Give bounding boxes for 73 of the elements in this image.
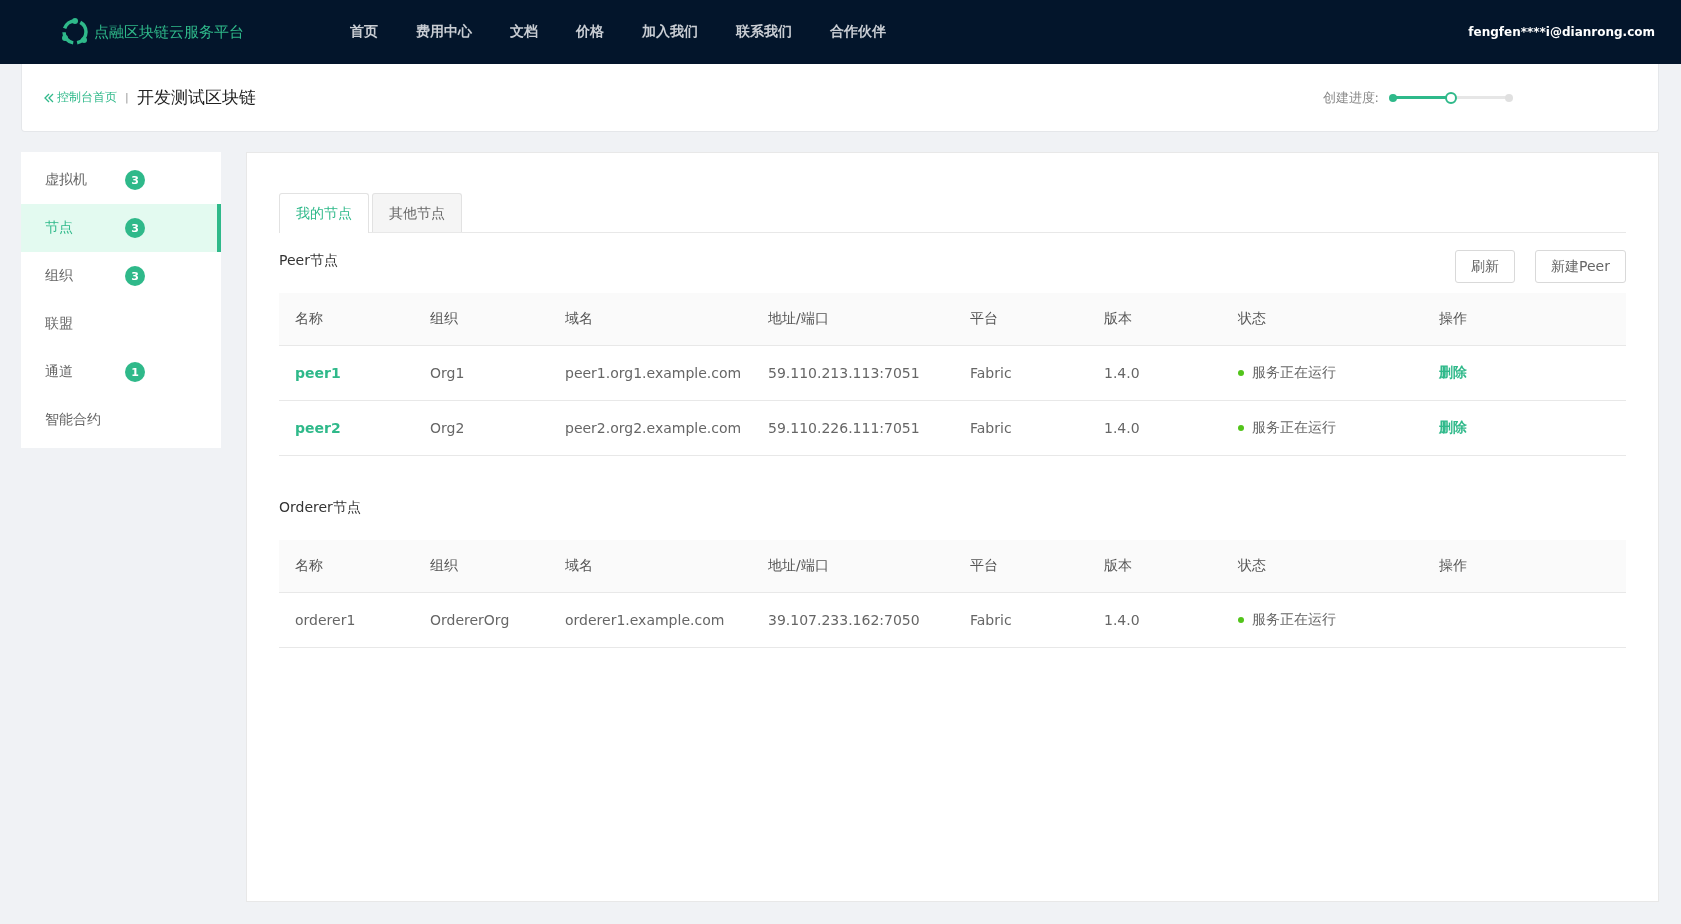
column-header: 域名 <box>565 310 593 328</box>
nav-link[interactable]: 加入我们 <box>642 23 698 41</box>
nav-link[interactable]: 价格 <box>576 23 604 41</box>
action-button[interactable]: 刷新 <box>1455 250 1516 283</box>
progress-step-dot <box>1389 93 1397 102</box>
column-header: 地址/端口 <box>768 310 829 328</box>
table-cell: Fabric <box>970 420 1012 436</box>
column-header: 操作 <box>1439 310 1467 328</box>
sidebar-item[interactable]: 组织 3 <box>21 252 221 300</box>
column-header: 操作 <box>1439 557 1467 575</box>
node-name: orderer1 <box>295 612 356 628</box>
section-title: Peer节点 <box>279 251 338 270</box>
column-header: 域名 <box>565 557 593 575</box>
logo-text[interactable]: 点融区块链云服务平台 <box>94 22 244 42</box>
sidebar-item[interactable]: 智能合约 <box>21 396 221 444</box>
count-badge: 3 <box>125 218 145 238</box>
section-title: Orderer节点 <box>279 498 361 517</box>
table-cell: Org2 <box>430 420 465 436</box>
column-header: 平台 <box>970 310 998 328</box>
table-cell: orderer1.example.com <box>565 612 725 628</box>
table-cell: Org1 <box>430 365 465 381</box>
sidebar-item-label: 通道 <box>45 363 74 381</box>
table-cell: 39.107.233.162:7050 <box>768 612 920 628</box>
table-cell: 1.4.0 <box>1104 420 1140 436</box>
page-title: 开发测试区块链 <box>136 86 256 109</box>
count-badge: 3 <box>125 266 145 286</box>
column-header: 地址/端口 <box>768 557 829 575</box>
tab[interactable]: 其他节点 <box>372 193 462 232</box>
status-text: 服务正在运行 <box>1252 364 1336 382</box>
column-header: 名称 <box>295 310 323 328</box>
double-chevron-icon <box>43 91 55 104</box>
sidebar-item[interactable]: 联盟 <box>21 300 221 348</box>
sidebar-item-label: 联盟 <box>45 315 74 333</box>
nav-link[interactable]: 联系我们 <box>736 23 792 41</box>
table-cell: 1.4.0 <box>1104 365 1140 381</box>
sidebar-item-label: 组织 <box>45 267 74 285</box>
action-button[interactable]: 新建Peer <box>1535 250 1626 283</box>
logo-icon[interactable] <box>60 17 90 47</box>
sidebar-item-label: 节点 <box>45 219 74 237</box>
count-badge: 1 <box>125 362 145 382</box>
table-cell: Fabric <box>970 612 1012 628</box>
status-text: 服务正在运行 <box>1252 419 1336 437</box>
sidebar-item-label: 智能合约 <box>45 411 102 429</box>
column-header: 版本 <box>1104 557 1132 575</box>
table-cell: peer1.org1.example.com <box>565 365 742 381</box>
sidebar-item-label: 虚拟机 <box>45 171 88 189</box>
column-header: 版本 <box>1104 310 1132 328</box>
table-cell: Fabric <box>970 365 1012 381</box>
status-text: 服务正在运行 <box>1252 611 1336 629</box>
breadcrumb-separator: | <box>125 91 129 104</box>
column-header: 组织 <box>430 310 458 328</box>
column-header: 平台 <box>970 557 998 575</box>
table-cell: 1.4.0 <box>1104 612 1140 628</box>
table-cell: OrdererOrg <box>430 612 510 628</box>
sidebar-item[interactable]: 通道 1 <box>21 348 221 396</box>
table-cell: 59.110.213.113:7051 <box>768 365 920 381</box>
column-header: 名称 <box>295 557 323 575</box>
column-header: 状态 <box>1238 310 1266 328</box>
status-dot <box>1238 617 1244 623</box>
column-header: 组织 <box>430 557 458 575</box>
column-header: 状态 <box>1238 557 1266 575</box>
table-cell: peer2.org2.example.com <box>565 420 742 436</box>
count-badge: 3 <box>125 170 145 190</box>
status-dot <box>1238 425 1244 431</box>
nav-link[interactable]: 费用中心 <box>416 23 472 41</box>
table-cell: 59.110.226.111:7051 <box>768 420 920 436</box>
nav-link[interactable]: 文档 <box>510 23 538 41</box>
nav-link[interactable]: 首页 <box>350 23 378 41</box>
progress-label: 创建进度: <box>1322 88 1379 107</box>
user-email[interactable]: fengfen****i@dianrong.com <box>1468 25 1655 39</box>
sidebar-item[interactable]: 虚拟机 3 <box>21 156 221 204</box>
status-dot <box>1238 370 1244 376</box>
nav-link[interactable]: 合作伙伴 <box>830 23 886 41</box>
